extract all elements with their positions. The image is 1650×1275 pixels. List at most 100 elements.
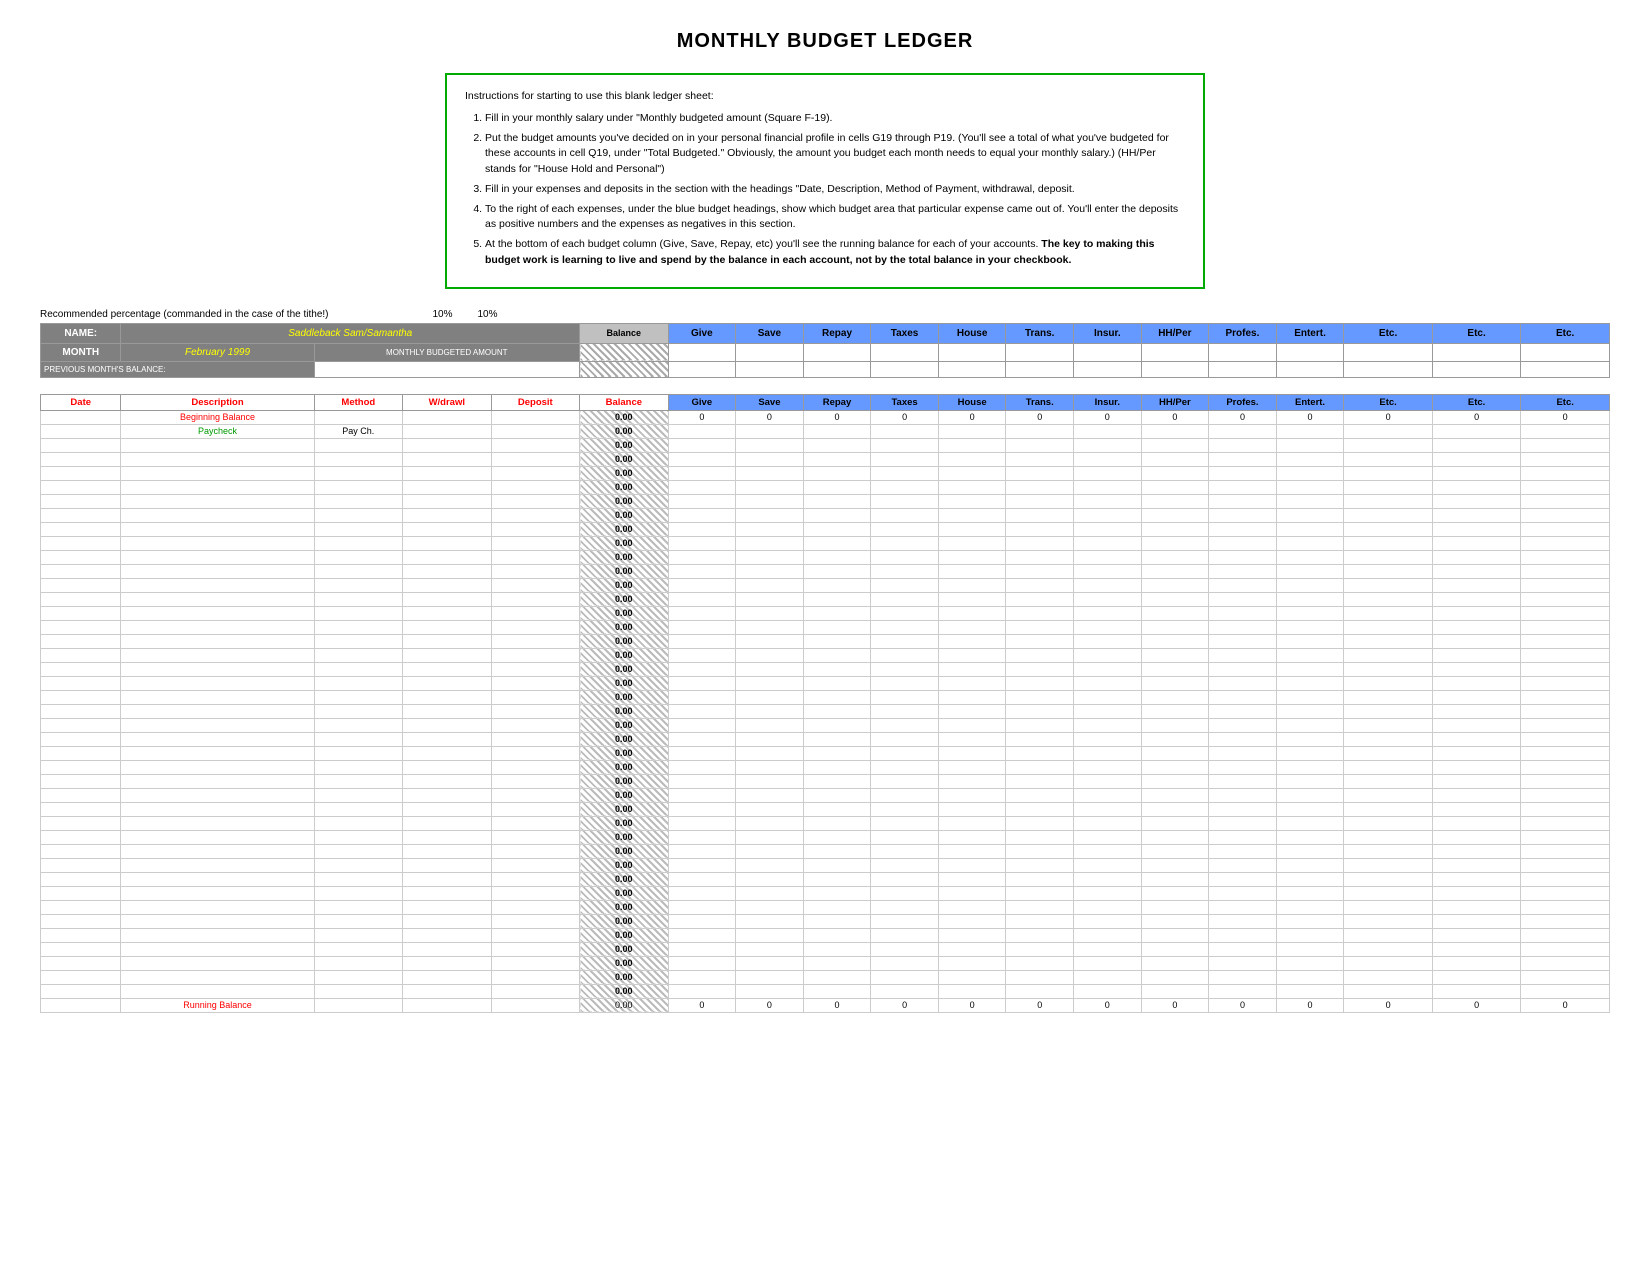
data-table-body: Beginning Balance 0.00 0 0 0 0 0 0 0 0 0… (41, 410, 1610, 1012)
instruction-2: Put the budget amounts you've decided on… (485, 131, 1185, 178)
prev-balance-label: PREVIOUS MONTH'S BALANCE: (41, 361, 315, 377)
prev-balance-row: PREVIOUS MONTH'S BALANCE: (41, 361, 1610, 377)
instruction-5: At the bottom of each budget column (Giv… (485, 237, 1185, 269)
etc3-header: Etc. (1521, 323, 1610, 343)
table-row: 0.00 (41, 438, 1610, 452)
col-profes: Profes. (1209, 394, 1277, 410)
name-label: NAME: (41, 323, 121, 343)
name-value: Saddleback Sam/Samantha (121, 323, 580, 343)
table-row: 0.00 (41, 844, 1610, 858)
col-wdrawl: W/drawl (403, 394, 492, 410)
table-row: 0.00 (41, 634, 1610, 648)
etc1-header: Etc. (1344, 323, 1433, 343)
paycheck-row: Paycheck Pay Ch. 0.00 (41, 424, 1610, 438)
table-row: 0.00 (41, 788, 1610, 802)
table-row: 0.00 (41, 900, 1610, 914)
pct-label: Recommended percentage (commanded in the… (40, 309, 420, 320)
col-save: Save (736, 394, 804, 410)
give-header: Give (668, 323, 736, 343)
balance-header: Balance (580, 323, 669, 343)
col-balance: Balance (580, 394, 669, 410)
repay-header: Repay (803, 323, 871, 343)
table-row: 0.00 (41, 774, 1610, 788)
col-description: Description (121, 394, 314, 410)
col-insur: Insur. (1074, 394, 1142, 410)
table-row: 0.00 (41, 830, 1610, 844)
table-row: 0.00 (41, 536, 1610, 550)
col-house: House (938, 394, 1006, 410)
house-header: House (938, 323, 1006, 343)
col-hhper: HH/Per (1141, 394, 1209, 410)
col-etc3: Etc. (1521, 394, 1610, 410)
table-row: 0.00 (41, 928, 1610, 942)
insur-header: Insur. (1074, 323, 1142, 343)
hhper-header: HH/Per (1141, 323, 1209, 343)
col-date: Date (41, 394, 121, 410)
table-row: 0.00 (41, 620, 1610, 634)
instruction-4: To the right of each expenses, under the… (485, 202, 1185, 234)
table-row: 0.00 (41, 858, 1610, 872)
main-data-table: Date Description Method W/drawl Deposit … (40, 394, 1610, 1013)
instructions-heading: Instructions for starting to use this bl… (465, 89, 1185, 105)
table-row: 0.00 (41, 480, 1610, 494)
table-row: 0.00 (41, 872, 1610, 886)
running-balance-row: Running Balance0.000000000000000 (41, 998, 1610, 1012)
table-row: 0.00 (41, 676, 1610, 690)
table-row: 0.00 (41, 746, 1610, 760)
col-etc1: Etc. (1344, 394, 1433, 410)
table-row: 0.00 (41, 886, 1610, 900)
monthly-balance-cell (580, 343, 669, 361)
month-value: February 1999 (121, 343, 314, 361)
table-row: 0.00 (41, 578, 1610, 592)
table-row: 0.00 (41, 494, 1610, 508)
table-row: 0.00 (41, 970, 1610, 984)
col-repay: Repay (803, 394, 871, 410)
pct-value-1: 10% (420, 309, 465, 320)
table-row: 0.00 (41, 816, 1610, 830)
save-header: Save (736, 323, 804, 343)
instructions-box: Instructions for starting to use this bl… (445, 73, 1205, 289)
col-give: Give (668, 394, 736, 410)
table-row: 0.00 (41, 802, 1610, 816)
table-row: 0.00 (41, 732, 1610, 746)
data-table-header: Date Description Method W/drawl Deposit … (41, 394, 1610, 410)
month-row: MONTH February 1999 MONTHLY BUDGETED AMO… (41, 343, 1610, 361)
table-row: 0.00 (41, 564, 1610, 578)
col-entert: Entert. (1276, 394, 1344, 410)
page: MONTHLY BUDGET LEDGER Instructions for s… (0, 0, 1650, 1043)
table-row: 0.00 (41, 914, 1610, 928)
paycheck-balance: 0.00 (580, 424, 669, 438)
table-row: 0.00 (41, 956, 1610, 970)
table-row: 0.00 (41, 550, 1610, 564)
monthly-budgeted-label: MONTHLY BUDGETED AMOUNT (314, 343, 580, 361)
table-row: 0.00 (41, 984, 1610, 998)
pct-value-2: 10% (465, 309, 510, 320)
table-row: 0.00 (41, 606, 1610, 620)
beginning-balance-label: Beginning Balance (121, 410, 314, 424)
table-row: 0.00 (41, 466, 1610, 480)
table-row: 0.00 (41, 690, 1610, 704)
instructions-list: Fill in your monthly salary under "Month… (465, 111, 1185, 269)
prev-balance-cell (580, 361, 669, 377)
table-row: 0.00 (41, 760, 1610, 774)
col-taxes: Taxes (871, 394, 939, 410)
beginning-balance-value: 0.00 (580, 410, 669, 424)
paycheck-label: Paycheck (121, 424, 314, 438)
trans-header: Trans. (1006, 323, 1074, 343)
taxes-header: Taxes (871, 323, 939, 343)
etc2-header: Etc. (1432, 323, 1521, 343)
instruction-1: Fill in your monthly salary under "Month… (485, 111, 1185, 127)
table-row: 0.00 (41, 452, 1610, 466)
beginning-balance-row: Beginning Balance 0.00 0 0 0 0 0 0 0 0 0… (41, 410, 1610, 424)
table-row: 0.00 (41, 718, 1610, 732)
table-row: 0.00 (41, 942, 1610, 956)
col-method: Method (314, 394, 403, 410)
table-row: 0.00 (41, 522, 1610, 536)
col-trans: Trans. (1006, 394, 1074, 410)
entert-header: Entert. (1276, 323, 1344, 343)
recommended-pct-row: Recommended percentage (commanded in the… (40, 309, 1610, 320)
name-row: NAME: Saddleback Sam/Samantha Balance Gi… (41, 323, 1610, 343)
table-row: 0.00 (41, 592, 1610, 606)
table-row: 0.00 (41, 648, 1610, 662)
header-table: NAME: Saddleback Sam/Samantha Balance Gi… (40, 323, 1610, 378)
